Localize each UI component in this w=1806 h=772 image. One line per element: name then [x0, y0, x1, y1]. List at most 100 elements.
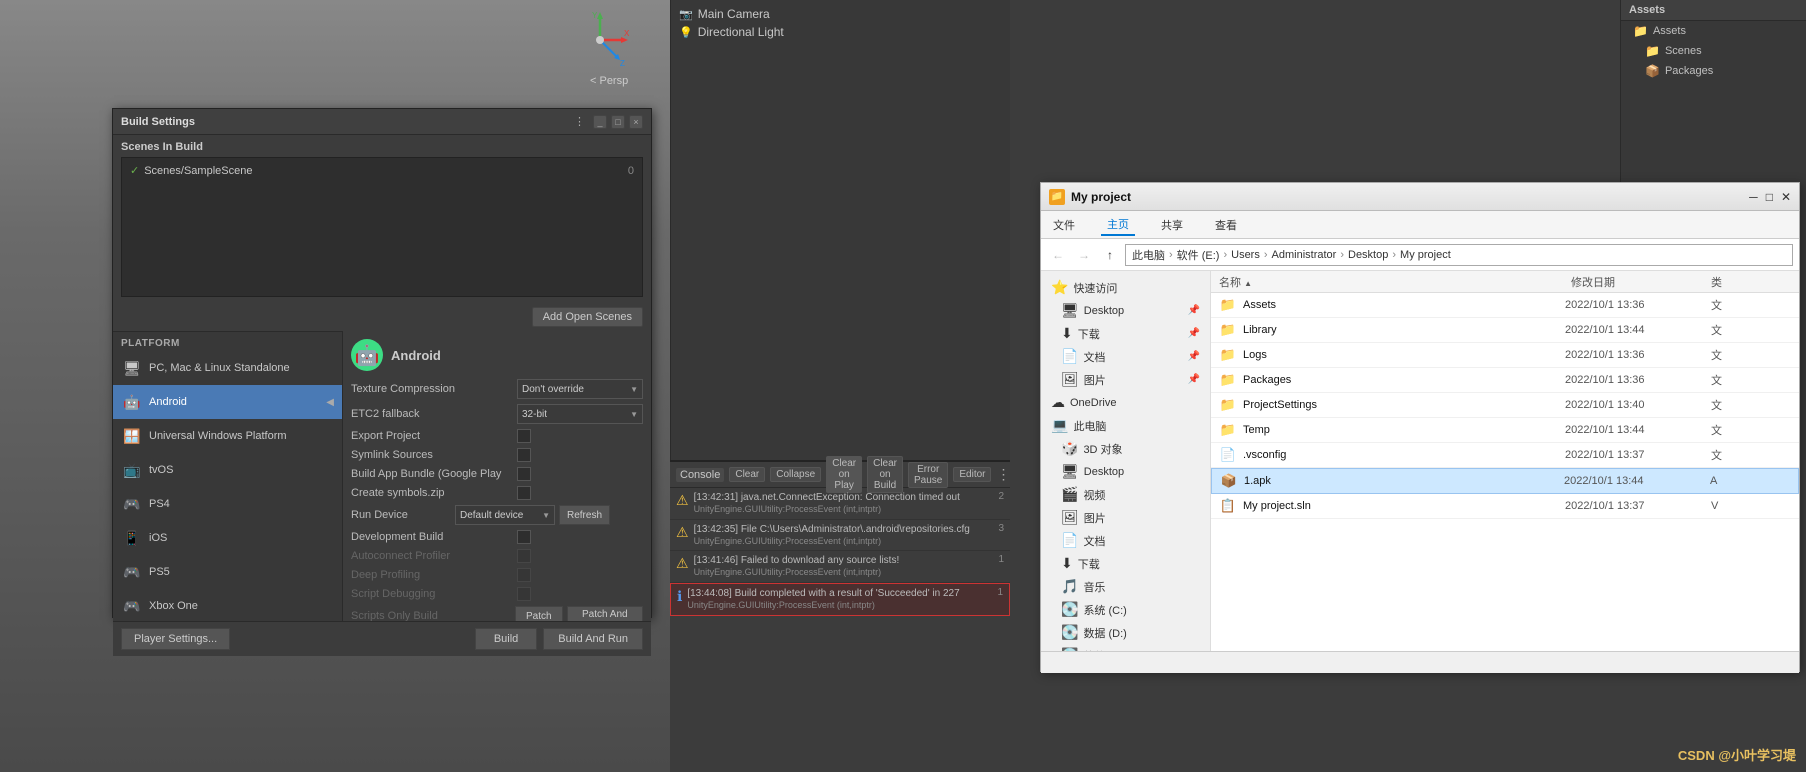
platform-item-android[interactable]: 🤖 Android ◀	[113, 385, 342, 419]
maximize-icon[interactable]: □	[1766, 190, 1773, 204]
file-item-logs[interactable]: 📁 Logs 2022/10/1 13:36 文	[1211, 343, 1799, 368]
col-date-header[interactable]: 修改日期	[1571, 274, 1711, 290]
window-close-button[interactable]: ×	[629, 115, 643, 129]
platform-section: Platform 🖥 PC, Mac & Linux Standalone 🤖 …	[113, 331, 651, 621]
etc2-fallback-row: ETC2 fallback 32-bit ▼	[351, 404, 643, 424]
up-button[interactable]: ↑	[1099, 244, 1121, 266]
path-bar[interactable]: 此电脑 › 软件 (E:) › Users › Administrator › …	[1125, 244, 1793, 266]
file-date: 2022/10/1 13:36	[1565, 299, 1705, 311]
console-tab[interactable]: Console	[676, 468, 724, 482]
sidebar-item-this-pc[interactable]: 💻 此电脑	[1041, 414, 1210, 437]
drive-icon: 💽	[1061, 647, 1078, 651]
window-minimize-button[interactable]: _	[593, 115, 607, 129]
clear-on-build-button[interactable]: Clear on Build	[867, 456, 903, 493]
minimize-icon[interactable]: ─	[1749, 190, 1758, 204]
refresh-button[interactable]: Refresh	[559, 505, 610, 525]
platform-item-pc[interactable]: 🖥 PC, Mac & Linux Standalone	[113, 351, 342, 385]
sidebar-item-desktop2[interactable]: 🖥 Desktop	[1041, 460, 1210, 483]
console-more-icon[interactable]: ⋮	[996, 466, 1010, 483]
development-build-checkbox[interactable]	[517, 530, 531, 544]
sidebar-item-e-drive[interactable]: 💽 软件 (E:)	[1041, 644, 1210, 651]
file-type: 文	[1711, 322, 1791, 338]
sidebar-item-pictures[interactable]: 🖼 图片 📌	[1041, 368, 1210, 391]
patch-and-run-button[interactable]: Patch And Run	[567, 606, 643, 621]
build-button[interactable]: Build	[475, 628, 537, 650]
sidebar-item-music[interactable]: 🎵 音乐	[1041, 575, 1210, 598]
export-project-checkbox[interactable]	[517, 429, 531, 443]
ribbon-tab-file[interactable]: 文件	[1047, 215, 1081, 235]
drive-icon: 💽	[1061, 601, 1078, 618]
window-menu-icon[interactable]: ⋮	[574, 115, 585, 129]
deep-profiling-label: Deep Profiling	[351, 569, 511, 581]
log-entry-3[interactable]: ⚠ [13:41:46] Failed to download any sour…	[670, 551, 1010, 583]
symlink-sources-row: Symlink Sources	[351, 448, 643, 462]
scene-item[interactable]: ✓ Scenes/SampleScene 0	[126, 162, 638, 179]
window-maximize-button[interactable]: □	[611, 115, 625, 129]
back-button[interactable]: ←	[1047, 244, 1069, 266]
file-item-sln[interactable]: 📋 My project.sln 2022/10/1 13:37 V	[1211, 494, 1799, 519]
platform-item-ps5[interactable]: 🎮 PS5	[113, 555, 342, 589]
path-segment-desktop: Desktop	[1348, 249, 1388, 261]
clear-on-play-button[interactable]: Clear on Play	[826, 456, 862, 493]
sidebar-item-quick-access[interactable]: ⭐ 快速访问	[1041, 276, 1210, 299]
sidebar-item-desktop[interactable]: 🖥 Desktop 📌	[1041, 299, 1210, 322]
symlink-sources-checkbox[interactable]	[517, 448, 531, 462]
file-item-library[interactable]: 📁 Library 2022/10/1 13:44 文	[1211, 318, 1799, 343]
sidebar-item-pictures2[interactable]: 🖼 图片	[1041, 506, 1210, 529]
file-item-packages[interactable]: 📁 Packages 2022/10/1 13:36 文	[1211, 368, 1799, 393]
error-pause-button[interactable]: Error Pause	[908, 462, 948, 488]
sidebar-item-docs[interactable]: 📄 文档 📌	[1041, 345, 1210, 368]
editor-button[interactable]: Editor	[953, 467, 991, 482]
sidebar-item-3d[interactable]: 🎲 3D 对象	[1041, 437, 1210, 460]
file-item-vsconfig[interactable]: 📄 .vsconfig 2022/10/1 13:37 文	[1211, 443, 1799, 468]
assets-item-scenes[interactable]: 📁 Scenes	[1621, 41, 1806, 61]
sidebar-item-c-drive[interactable]: 💽 系统 (C:)	[1041, 598, 1210, 621]
platform-item-tvos[interactable]: 📺 tvOS	[113, 453, 342, 487]
warning-icon: ⚠	[676, 524, 689, 541]
ribbon-tab-home[interactable]: 主页	[1101, 214, 1135, 236]
forward-button[interactable]: →	[1073, 244, 1095, 266]
file-item-temp[interactable]: 📁 Temp 2022/10/1 13:44 文	[1211, 418, 1799, 443]
sidebar-item-d-drive[interactable]: 💽 数据 (D:)	[1041, 621, 1210, 644]
build-and-run-button[interactable]: Build And Run	[543, 628, 643, 650]
clear-button[interactable]: Clear	[729, 467, 765, 482]
sidebar-item-downloads[interactable]: ⬇ 下载 📌	[1041, 322, 1210, 345]
close-icon[interactable]: ✕	[1781, 190, 1791, 204]
folder-icon: 📁	[1645, 44, 1660, 58]
log-entry-2[interactable]: ⚠ [13:42:35] File C:\Users\Administrator…	[670, 520, 1010, 552]
platform-item-xbox[interactable]: 🎮 Xbox One	[113, 589, 342, 621]
log-entry-4-highlight[interactable]: ℹ [13:44:08] Build completed with a resu…	[670, 583, 1010, 616]
assets-item-packages[interactable]: 📦 Packages	[1621, 61, 1806, 81]
etc2-fallback-select[interactable]: 32-bit ▼	[517, 404, 643, 424]
sidebar-item-video[interactable]: 🎬 视频	[1041, 483, 1210, 506]
platform-switch-icon: ◀	[326, 397, 334, 408]
file-item-assets[interactable]: 📁 Assets 2022/10/1 13:36 文	[1211, 293, 1799, 318]
platform-item-uwp[interactable]: 🪟 Universal Windows Platform	[113, 419, 342, 453]
texture-compression-select[interactable]: Don't override ▼	[517, 379, 643, 399]
log-entry-1[interactable]: ⚠ [13:42:31] java.net.ConnectException: …	[670, 488, 1010, 520]
platform-item-ps4[interactable]: 🎮 PS4	[113, 487, 342, 521]
viewport-gizmo: Y X Z	[570, 10, 650, 80]
patch-button[interactable]: Patch	[515, 606, 563, 621]
collapse-button[interactable]: Collapse	[770, 467, 821, 482]
hierarchy-item-main-camera[interactable]: 📷 Main Camera	[679, 5, 1002, 23]
create-symbols-checkbox[interactable]	[517, 486, 531, 500]
col-name-header[interactable]: 名称 ▲	[1219, 274, 1571, 290]
platform-item-ios[interactable]: 📱 iOS	[113, 521, 342, 555]
add-open-scenes-button[interactable]: Add Open Scenes	[532, 307, 643, 327]
file-item-apk[interactable]: 📦 1.apk 2022/10/1 13:44 A	[1211, 468, 1799, 494]
autoconnect-profiler-row: Autoconnect Profiler	[351, 549, 643, 563]
player-settings-button[interactable]: Player Settings...	[121, 628, 230, 650]
run-device-select[interactable]: Default device ▼	[455, 505, 555, 525]
sidebar-item-onedrive[interactable]: ☁ OneDrive	[1041, 391, 1210, 414]
file-item-project-settings[interactable]: 📁 ProjectSettings 2022/10/1 13:40 文	[1211, 393, 1799, 418]
build-app-bundle-checkbox[interactable]	[517, 467, 531, 481]
ribbon-tab-share[interactable]: 共享	[1155, 215, 1189, 235]
hierarchy-item-directional-light[interactable]: 💡 Directional Light	[679, 23, 1002, 41]
ribbon-tab-view[interactable]: 查看	[1209, 215, 1243, 235]
col-type-header[interactable]: 类	[1711, 274, 1791, 290]
assets-item-assets[interactable]: 📁 Assets	[1621, 21, 1806, 41]
folder-icon: 📁	[1219, 371, 1237, 389]
sidebar-item-downloads2[interactable]: ⬇ 下载	[1041, 552, 1210, 575]
sidebar-item-docs2[interactable]: 📄 文档	[1041, 529, 1210, 552]
